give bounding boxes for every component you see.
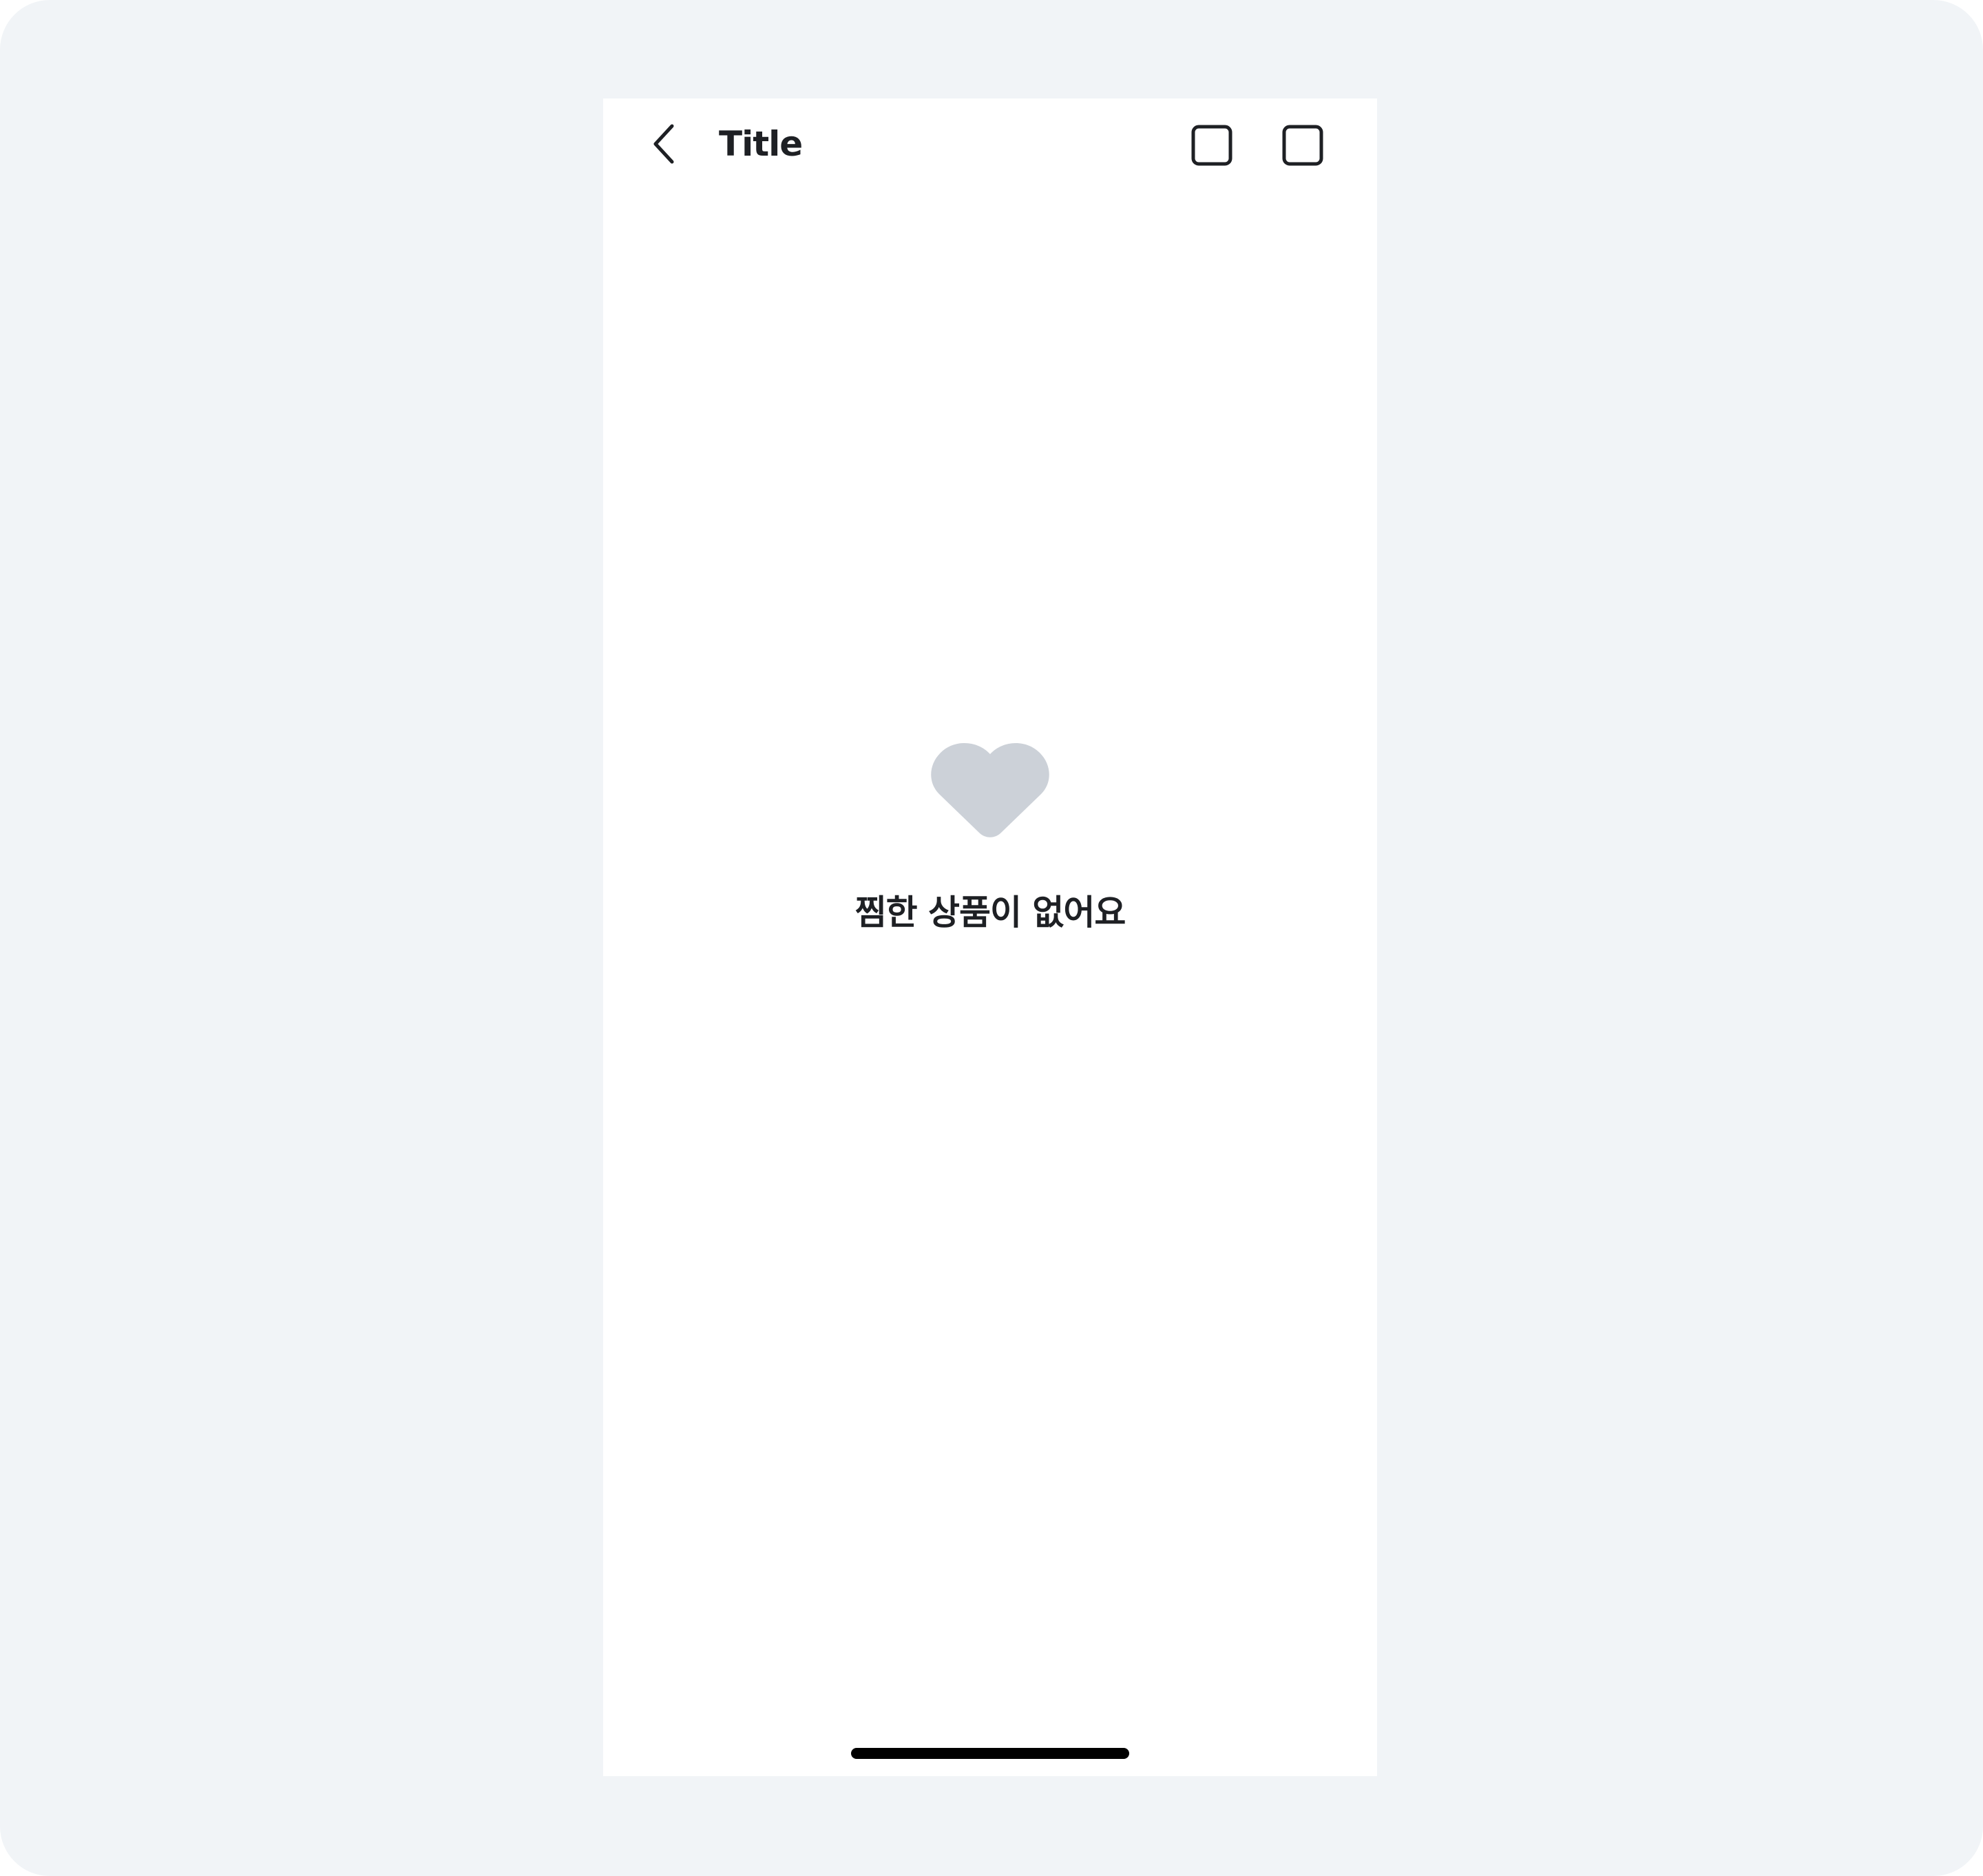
empty-state-message: 찜한 상품이 없어요: [854, 893, 1126, 932]
empty-state: 찜한 상품이 없어요: [603, 739, 1377, 935]
square-icon: [1282, 125, 1323, 166]
square-icon: [1191, 125, 1232, 166]
action-button-1[interactable]: [1191, 125, 1232, 166]
top-app-bar: Title: [603, 98, 1377, 189]
heart-icon: [931, 742, 1049, 837]
home-indicator[interactable]: [851, 1748, 1129, 1759]
phone-screen: Title 찜한 상품이 없어요: [603, 98, 1377, 1776]
action-button-2[interactable]: [1282, 125, 1323, 166]
page-title: Title: [719, 124, 803, 164]
back-button[interactable]: [642, 122, 686, 166]
canvas-background: Title 찜한 상품이 없어요: [0, 0, 1983, 1876]
chevron-left-icon: [653, 124, 674, 164]
